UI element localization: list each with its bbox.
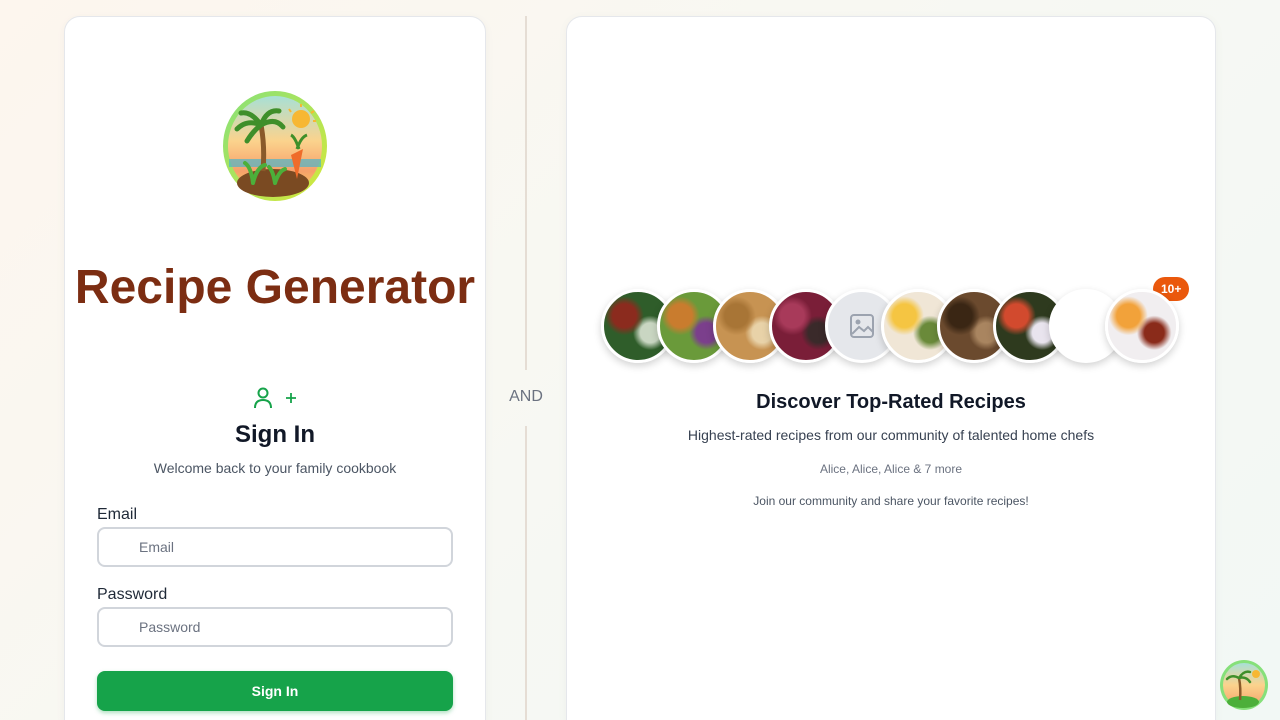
- password-label: Password: [97, 586, 168, 603]
- divider-label: AND: [509, 388, 543, 405]
- email-label: Email: [97, 506, 138, 523]
- signin-card: Recipe Generator Sign In Welcome back to…: [64, 16, 486, 720]
- signin-button[interactable]: Sign In: [97, 671, 453, 711]
- contributors-text: Alice, Alice, Alice & 7 more: [819, 462, 963, 476]
- showcase-subtitle: Highest-rated recipes from our community…: [687, 427, 1095, 443]
- email-field[interactable]: [97, 527, 453, 567]
- floating-logo-button[interactable]: [1220, 660, 1268, 710]
- plus-icon: [286, 393, 296, 403]
- recipe-avatar-strip: [567, 17, 1215, 417]
- palm-tree-island-logo: [223, 91, 327, 201]
- password-field[interactable]: [97, 607, 453, 647]
- recipe-showcase-card: 10+ Discover Top-Rated Recipes Highest-r…: [566, 16, 1216, 720]
- auth-mode-icons: [65, 387, 485, 409]
- user-icon: [254, 387, 272, 409]
- image-placeholder-icon: [850, 314, 874, 338]
- app-title: Recipe Generator: [74, 261, 476, 314]
- recipe-avatar-eggs-and-beans[interactable]: [1105, 289, 1179, 363]
- signin-heading: Sign In: [235, 421, 315, 448]
- join-community-text: Join our community and share your favori…: [753, 494, 1029, 508]
- signin-subtitle: Welcome back to your family cookbook: [153, 460, 397, 476]
- divider-line-top: [525, 16, 527, 370]
- divider-line-bottom: [525, 426, 527, 720]
- showcase-title: Discover Top-Rated Recipes: [756, 391, 1026, 413]
